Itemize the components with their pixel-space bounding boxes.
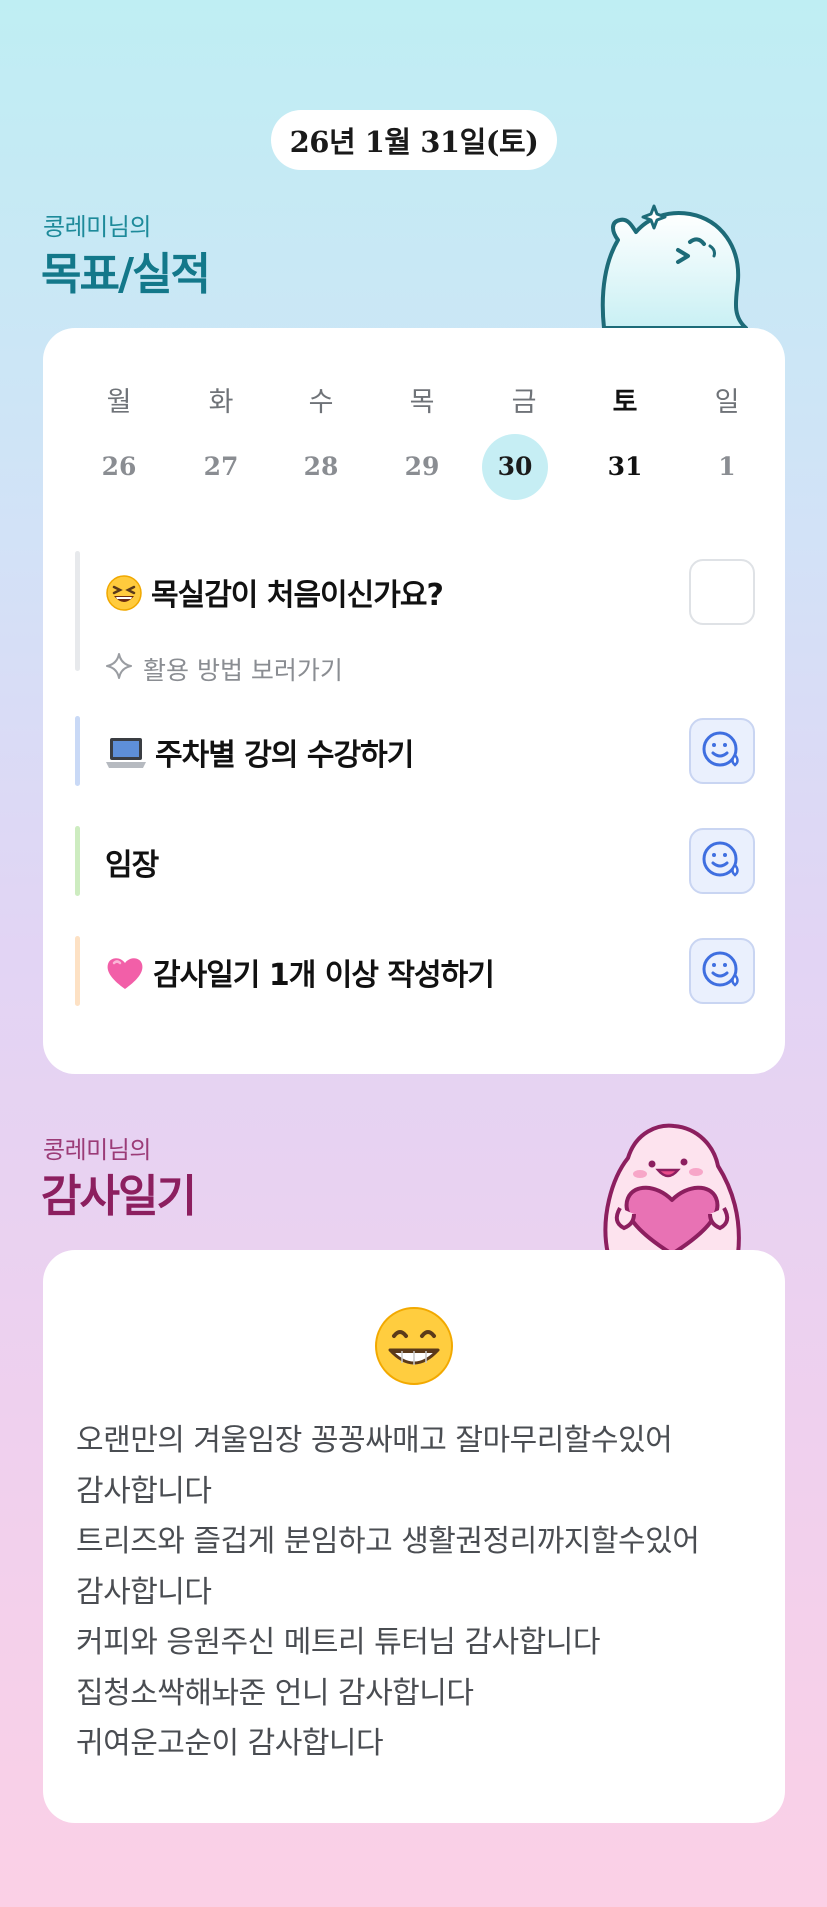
gratitude-card: 오랜만의 겨울임장 꽁꽁싸매고 잘마무리할수있어 감사합니다 트리즈와 즐겁게 …: [43, 1250, 785, 1823]
ghost-mascot-illustration: [598, 200, 748, 334]
gratitude-line: 트리즈와 즐겁게 분임하고 생활권정리까지할수있어: [76, 1524, 700, 1559]
sweat-smile-status-icon: [700, 727, 744, 775]
gratitude-line: 감사합니다: [76, 1473, 212, 1509]
sweat-smile-status-icon: [700, 947, 744, 995]
gratitude-line: 커피와 응원주신 메트리 튜터님 감사합니다: [76, 1625, 600, 1660]
goal-status-button-imjang[interactable]: [689, 828, 755, 894]
gratitude-line: 오랜만의 겨울임장 꽁꽁싸매고 잘마무리할수있어: [76, 1423, 673, 1458]
gratitude-entry-text: 오랜만의 겨울임장 꽁꽁싸매고 잘마무리할수있어 감사합니다 트리즈와 즐겁게 …: [76, 1416, 766, 1770]
weekday-thu: 목: [409, 387, 435, 418]
date-pill[interactable]: 26년 1월 31일(토): [271, 110, 557, 170]
goal-status-button-lecture[interactable]: [689, 718, 755, 784]
how-to-use-label: 활용 방법 보러가기: [143, 656, 343, 685]
goal-checkbox-tutorial[interactable]: [689, 559, 755, 625]
goal-color-bar: [75, 551, 80, 671]
date-31-selected[interactable]: 31: [590, 434, 660, 500]
goals-card: 월 화 수 목 금 토 일 26 27 28 29 30 31 1 목실감이 처…: [43, 328, 785, 1074]
date-1[interactable]: 1: [692, 434, 762, 500]
weekday-tue: 화: [208, 387, 234, 418]
weekday-sun: 일: [714, 387, 740, 418]
weekday-sat: 토: [612, 387, 638, 418]
goal-color-bar: [75, 716, 80, 786]
grinning-squint-emoji-icon: [105, 574, 143, 620]
how-to-use-link[interactable]: 활용 방법 보러가기: [105, 651, 343, 687]
goal-status-button-gratitude[interactable]: [689, 938, 755, 1004]
goal-label-gratitude: 감사일기 1개 이상 작성하기: [153, 958, 495, 993]
date-30-today[interactable]: 30: [482, 434, 548, 500]
gratitude-line: 집청소싹해놔준 언니 감사합니다: [76, 1675, 474, 1711]
goal-color-bar: [75, 936, 80, 1006]
goals-section-title: 목표/실적: [41, 249, 211, 300]
weekday-wed: 수: [308, 387, 334, 418]
gratitude-line: 귀여운고순이 감사합니다: [76, 1726, 384, 1761]
big-grin-emoji-icon: [374, 1306, 454, 1390]
sparkle-icon: [105, 652, 133, 686]
date-28[interactable]: 28: [286, 434, 356, 500]
gratitude-section-title: 감사일기: [41, 1171, 197, 1222]
weekday-mon: 월: [106, 387, 132, 418]
weekday-fri: 금: [511, 387, 537, 418]
date-29[interactable]: 29: [387, 434, 457, 500]
date-26[interactable]: 26: [84, 434, 154, 500]
laptop-emoji-icon: [105, 736, 147, 778]
goal-label-lecture: 주차별 강의 수강하기: [155, 738, 414, 773]
goals-owner-label: 콩레미님의: [43, 213, 151, 241]
gratitude-line: 감사합니다: [76, 1574, 212, 1610]
goal-row-tutorial[interactable]: 목실감이 처음이신가요? 활용 방법 보러가기: [75, 551, 755, 685]
goal-label-imjang: 임장: [105, 848, 159, 883]
pink-heart-emoji-icon: [105, 955, 145, 999]
goal-row-gratitude[interactable]: 감사일기 1개 이상 작성하기: [75, 936, 755, 1006]
goal-label-tutorial: 목실감이 처음이신가요?: [151, 578, 444, 613]
heart-mascot-illustration: [592, 1118, 752, 1258]
date-27[interactable]: 27: [186, 434, 256, 500]
goal-row-lecture[interactable]: 주차별 강의 수강하기: [75, 716, 755, 786]
sweat-smile-status-icon: [700, 837, 744, 885]
goal-color-bar: [75, 826, 80, 896]
goal-row-imjang[interactable]: 임장: [75, 826, 755, 896]
